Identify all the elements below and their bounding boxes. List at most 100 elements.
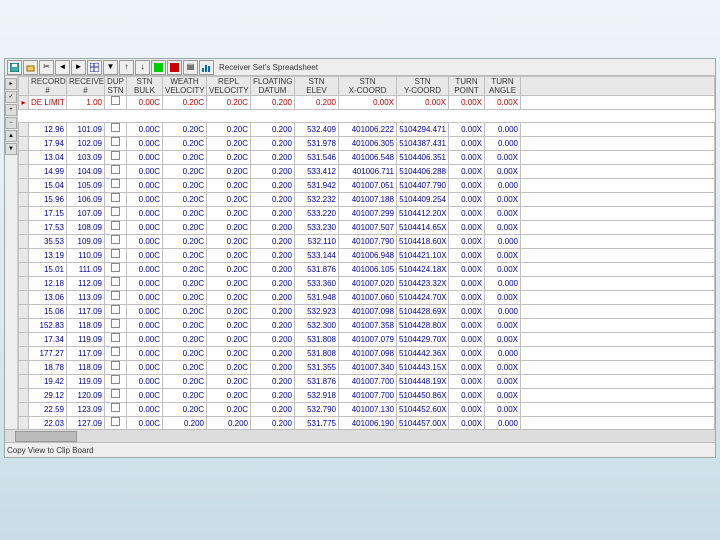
cell-x[interactable]: 401007.060 (339, 291, 397, 305)
cell-wv[interactable]: 0.20C (163, 137, 207, 151)
cell-x[interactable]: 401006.548 (339, 151, 397, 165)
cell-dup[interactable] (105, 291, 127, 305)
cell-receiver[interactable]: 104.09 (67, 165, 105, 179)
cell-fd[interactable]: 0.200 (251, 347, 295, 361)
cell-receiver[interactable]: 106.09 (67, 193, 105, 207)
cell-record[interactable]: 22.03 (29, 417, 67, 430)
cell-x[interactable]: 401006.948 (339, 249, 397, 263)
cell-record[interactable]: 17.94 (29, 137, 67, 151)
row-marker[interactable] (19, 151, 29, 165)
tool-flag-red-icon[interactable] (167, 60, 182, 75)
cell-bulk[interactable]: 0.00C (127, 235, 163, 249)
cell-bulk[interactable]: 0.00C (127, 263, 163, 277)
cell-rv[interactable]: 0.20C (207, 123, 251, 137)
cell-bulk[interactable]: 0.00C (127, 137, 163, 151)
table-row[interactable]: 14.99104.090.00C0.20C0.20C0.200533.41240… (19, 165, 715, 179)
row-tool-select-icon[interactable]: ▸ (5, 78, 17, 90)
col-bulk[interactable]: STNBULK (127, 77, 163, 96)
cell-bulk[interactable]: 0.00C (127, 151, 163, 165)
cell-tp[interactable]: 0.00X (449, 263, 485, 277)
cell-elev[interactable]: 531.876 (295, 263, 339, 277)
cell-fd[interactable]: 0.200 (251, 221, 295, 235)
cell-record[interactable]: 14.99 (29, 165, 67, 179)
cell-bulk[interactable]: 0.00C (127, 333, 163, 347)
cell-wv[interactable]: 0.20C (163, 333, 207, 347)
cell-y[interactable]: 5104450.86X (397, 389, 449, 403)
col-x[interactable]: STNX-COORD (339, 77, 397, 96)
cell-x[interactable]: 401006.105 (339, 263, 397, 277)
cell-x[interactable]: 401006.305 (339, 137, 397, 151)
table-row[interactable]: 18.78118.090.00C0.20C0.20C0.200531.35540… (19, 361, 715, 375)
table-row[interactable]: 15.96106.090.00C0.20C0.20C0.200532.23240… (19, 193, 715, 207)
cell-elev[interactable]: 533.220 (295, 207, 339, 221)
cell-elev[interactable]: 532.790 (295, 403, 339, 417)
cell-bulk[interactable]: 0.00C (127, 319, 163, 333)
cell-rv[interactable]: 0.20C (207, 179, 251, 193)
cell-tp[interactable]: 0.00X (449, 417, 485, 430)
cell-record[interactable]: 29.12 (29, 389, 67, 403)
cell-record[interactable]: 177.27 (29, 347, 67, 361)
col-wv[interactable]: WEATHVELOCITY (163, 77, 207, 96)
cell-tp[interactable]: 0.00X (449, 403, 485, 417)
cell-ta[interactable]: 0.00X (485, 375, 521, 389)
cell-wv[interactable]: 0.20C (163, 403, 207, 417)
col-receiver[interactable]: RECEIVER# (67, 77, 105, 96)
cell-ta[interactable]: 0.00X (485, 319, 521, 333)
cell-bulk[interactable]: 0.00C (127, 207, 163, 221)
col-rowmark[interactable] (19, 77, 29, 96)
table-row[interactable]: 15.04105.090.00C0.20C0.20C0.200531.94240… (19, 179, 715, 193)
table-row[interactable]: 35.53109.090.00C0.20C0.20C0.200532.11040… (19, 235, 715, 249)
cell-record[interactable]: DE LIMIT (29, 96, 67, 110)
cell-tp[interactable]: 0.00X (449, 151, 485, 165)
cell-elev[interactable]: 532.232 (295, 193, 339, 207)
cell-tp[interactable]: 0.00X (449, 305, 485, 319)
table-row[interactable]: 17.34119.090.00C0.20C0.20C0.200531.80840… (19, 333, 715, 347)
cell-rv[interactable]: 0.20C (207, 319, 251, 333)
cell-y[interactable]: 5104406.288 (397, 165, 449, 179)
cell-ta[interactable]: 0.000 (485, 235, 521, 249)
cell-rv[interactable]: 0.20C (207, 193, 251, 207)
cell-tp[interactable]: 0.00X (449, 221, 485, 235)
cell-ta[interactable]: 0.00X (485, 207, 521, 221)
cell-record[interactable]: 22.59 (29, 403, 67, 417)
cell-wv[interactable]: 0.20C (163, 96, 207, 110)
cell-receiver[interactable]: 119.09 (67, 333, 105, 347)
cell-bulk[interactable]: 0.00C (127, 305, 163, 319)
cell-ta[interactable]: 0.00X (485, 96, 521, 110)
cell-elev[interactable]: 531.808 (295, 333, 339, 347)
col-ta[interactable]: TURNANGLE (485, 77, 521, 96)
cell-fd[interactable]: 0.200 (251, 249, 295, 263)
row-marker[interactable]: ▸ (19, 96, 29, 110)
cell-receiver[interactable]: 109.09 (67, 235, 105, 249)
cell-wv[interactable]: 0.20C (163, 249, 207, 263)
table-row[interactable]: 22.59123.090.00C0.20C0.20C0.200532.79040… (19, 403, 715, 417)
cell-x[interactable]: 401007.051 (339, 179, 397, 193)
cell-elev[interactable]: 531.948 (295, 291, 339, 305)
cell-fd[interactable]: 0.200 (251, 263, 295, 277)
row-marker[interactable] (19, 221, 29, 235)
cell-rv[interactable]: 0.20C (207, 347, 251, 361)
cell-dup[interactable] (105, 305, 127, 319)
row-marker[interactable] (19, 389, 29, 403)
cell-record[interactable]: 18.78 (29, 361, 67, 375)
cell-rv[interactable]: 0.20C (207, 291, 251, 305)
col-tp[interactable]: TURNPOINT (449, 77, 485, 96)
data-grid[interactable]: RECORD#RECEIVER#DUPSTNSTNBULKWEATHVELOCI… (18, 76, 715, 429)
cell-tp[interactable]: 0.00X (449, 319, 485, 333)
cell-elev[interactable]: 531.978 (295, 137, 339, 151)
cell-x[interactable]: 401007.790 (339, 235, 397, 249)
cell-tp[interactable]: 0.00X (449, 235, 485, 249)
cell-record[interactable]: 15.06 (29, 305, 67, 319)
row-marker[interactable] (19, 193, 29, 207)
row-marker[interactable] (19, 291, 29, 305)
cell-wv[interactable]: 0.20C (163, 347, 207, 361)
row-marker[interactable] (19, 375, 29, 389)
cell-ta[interactable]: 0.00X (485, 165, 521, 179)
row-marker[interactable] (19, 165, 29, 179)
cell-tp[interactable]: 0.00X (449, 277, 485, 291)
cell-ta[interactable]: 0.00X (485, 221, 521, 235)
row-marker[interactable] (19, 263, 29, 277)
cell-rv[interactable]: 0.20C (207, 249, 251, 263)
table-row[interactable]: 17.15107.090.00C0.20C0.20C0.200533.22040… (19, 207, 715, 221)
cell-x[interactable]: 401007.507 (339, 221, 397, 235)
